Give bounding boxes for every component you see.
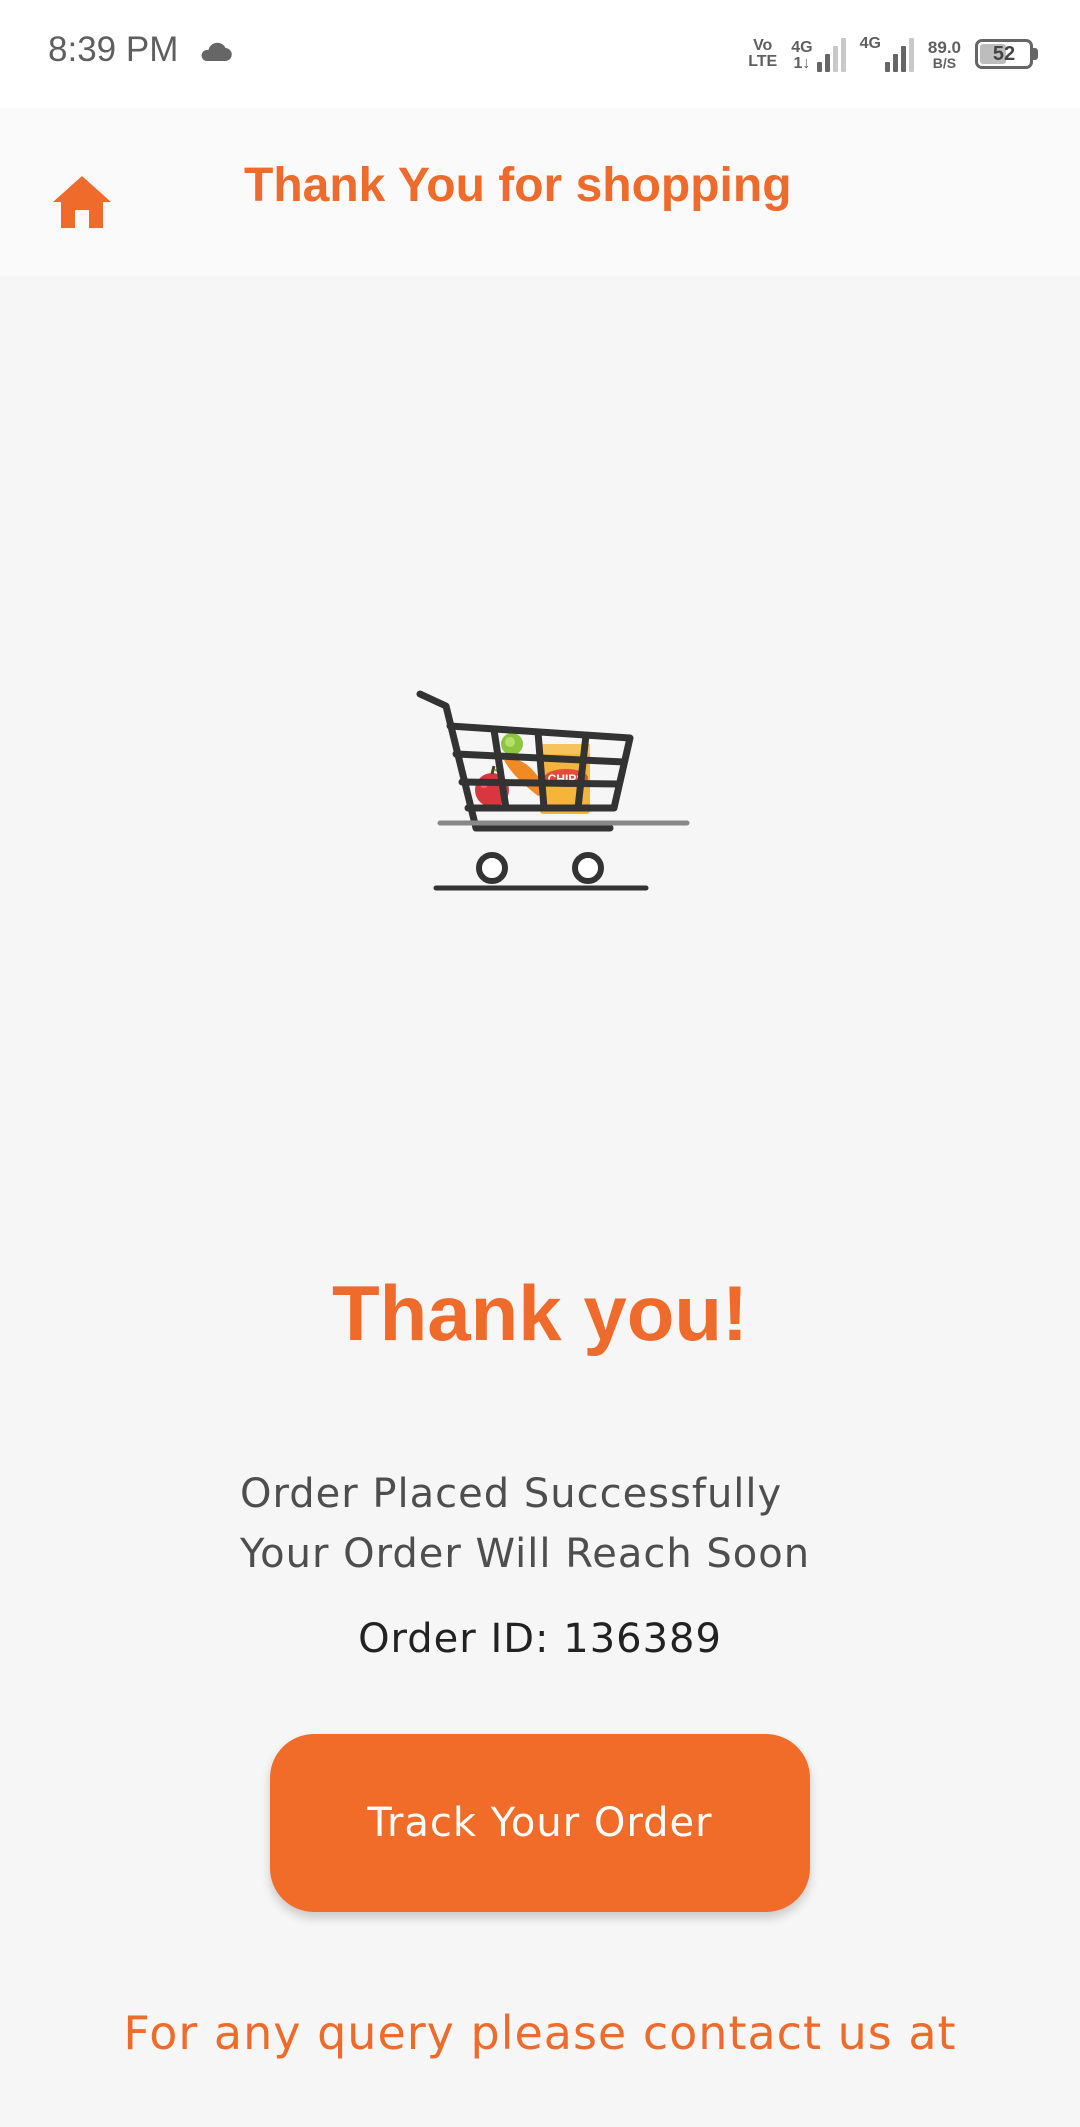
- home-button[interactable]: [40, 160, 124, 244]
- net1-sub-label: 1↓: [793, 55, 811, 72]
- speed-value: 89.0: [927, 37, 961, 57]
- volte-top-label: Vo: [753, 37, 773, 54]
- battery-level: 52: [992, 42, 1016, 65]
- signal-2: 4G: [860, 36, 914, 72]
- net1-label: 4G: [791, 39, 813, 56]
- order-message-line-2: Your Order Will Reach Soon: [240, 1531, 811, 1577]
- thank-you-heading: Thank you!: [331, 1269, 748, 1357]
- status-bar: 8:39 PM Vo LTE 4G 1↓ 4G 89.0 B/S 52: [0, 0, 1080, 108]
- signal-icon: [884, 36, 914, 72]
- order-message: Order Placed Successfully Your Order Wil…: [240, 1464, 810, 1584]
- volte-bottom-label: LTE: [748, 53, 778, 70]
- page-title: Thank You for shopping: [244, 159, 792, 212]
- shopping-cart-icon: CHIPS: [416, 690, 690, 891]
- battery-icon: 52: [975, 39, 1033, 69]
- cloud-icon: [201, 42, 232, 62]
- track-order-button[interactable]: Track Your Order: [270, 1734, 810, 1912]
- volte-icon: Vo LTE: [748, 38, 777, 70]
- app-bar: Thank You for shopping: [0, 108, 1080, 276]
- signal-1: 4G 1↓: [791, 36, 846, 72]
- speed-unit: B/S: [932, 54, 957, 71]
- home-icon: [53, 176, 111, 228]
- order-message-line-1: Order Placed Successfully: [240, 1471, 783, 1517]
- battery-indicator: 52: [975, 39, 1038, 69]
- status-time: 8:39 PM: [48, 30, 179, 69]
- battery-tip: [1033, 48, 1038, 60]
- net2-label: 4G: [859, 35, 881, 52]
- order-id: Order ID: 136389: [358, 1616, 722, 1662]
- order-confirmation-screen: 8:39 PM Vo LTE 4G 1↓ 4G 89.0 B/S 52 Than…: [0, 0, 1080, 2127]
- signal-icon: [816, 36, 846, 72]
- network-speed: 89.0 B/S: [928, 39, 961, 70]
- signal-1-label: 4G 1↓: [791, 40, 812, 72]
- status-icons: Vo LTE 4G 1↓ 4G 89.0 B/S 52: [748, 32, 1038, 76]
- contact-text: For any query please contact us at: [123, 2006, 957, 2060]
